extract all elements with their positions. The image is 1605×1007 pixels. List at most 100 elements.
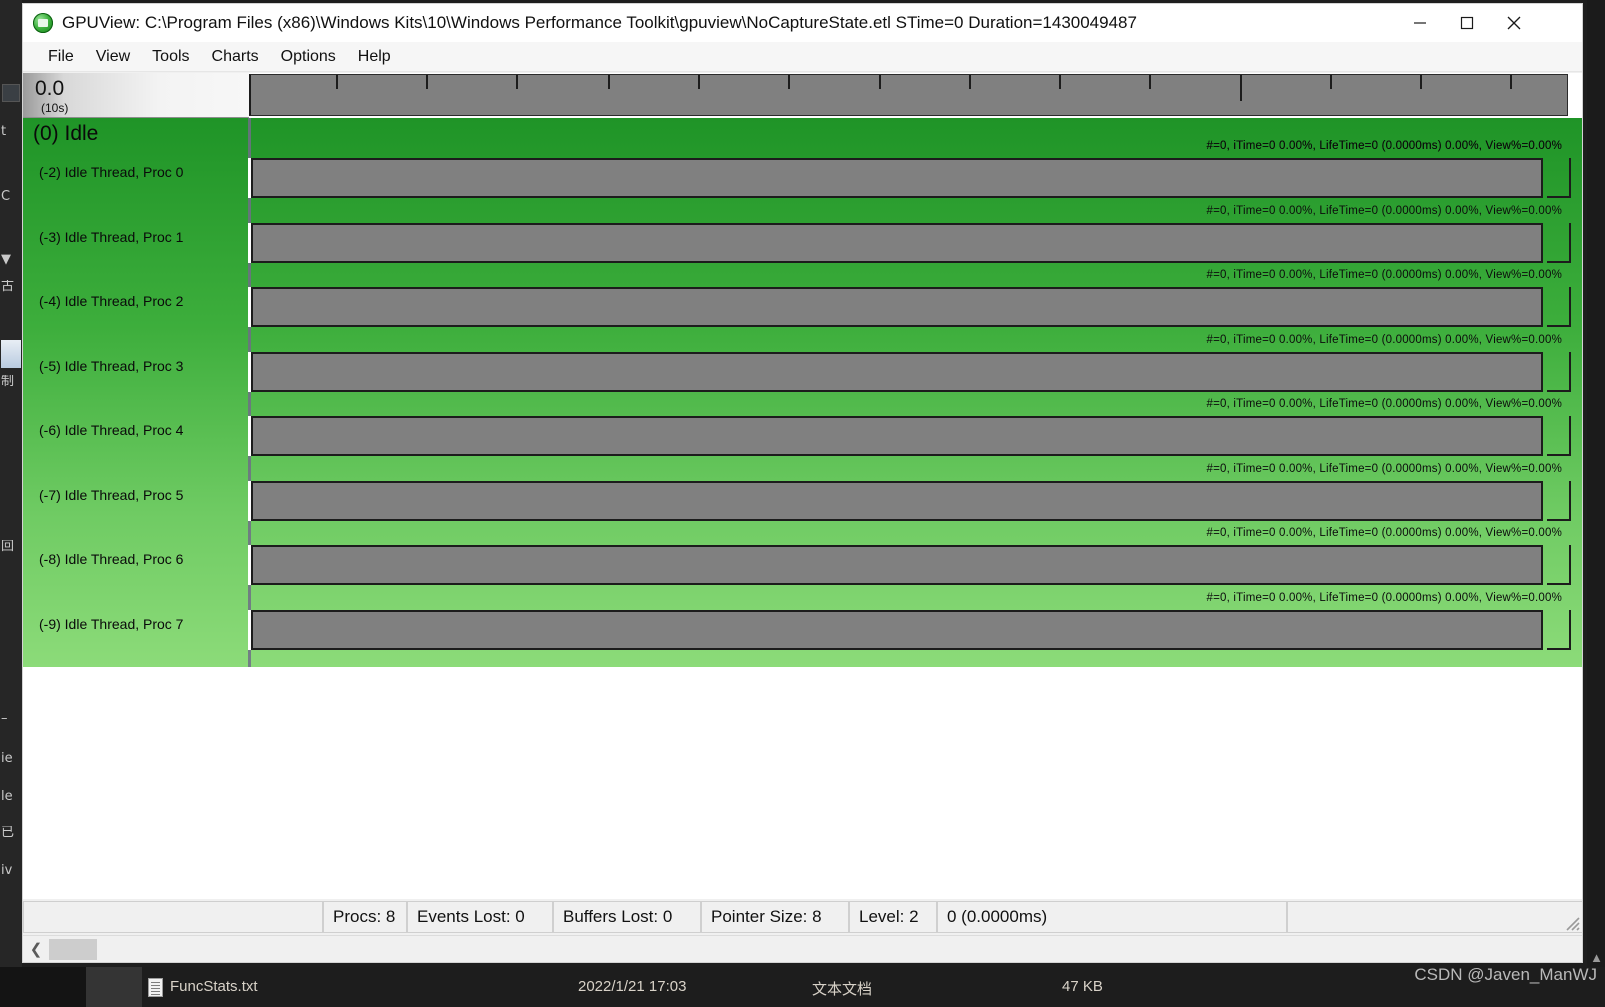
background-glyph: – xyxy=(1,712,21,725)
empty-canvas-area xyxy=(23,667,1583,913)
thread-bracket-hline xyxy=(1547,583,1571,585)
thread-bracket-vline xyxy=(1569,416,1571,456)
maximize-icon xyxy=(1459,15,1475,31)
status-selection: 0 (0.0000ms) xyxy=(937,901,1287,933)
thread-row[interactable]: #=0, iTime=0 0.00%, LifeTime=0 (0.0000ms… xyxy=(23,207,1583,272)
background-left-strip: t C ▼ 古 制 回 – ie le 已 iv xyxy=(0,0,22,1007)
timeline-ruler[interactable]: 0.0 (10s) xyxy=(23,73,1583,118)
ruler-tick-minor xyxy=(1510,75,1512,89)
thread-bracket-hline xyxy=(1547,454,1571,456)
close-icon xyxy=(1505,14,1523,32)
status-buffers-lost: Buffers Lost: 0 xyxy=(553,901,701,933)
close-button[interactable] xyxy=(1490,4,1537,42)
background-explorer-block-2 xyxy=(86,967,142,1007)
menu-item-tools[interactable]: Tools xyxy=(141,46,200,68)
background-file-name: FuncStats.txt xyxy=(170,978,258,995)
thread-bracket-vline xyxy=(1569,287,1571,327)
thread-bracket xyxy=(1547,223,1571,263)
horizontal-scrollbar-thumb[interactable] xyxy=(49,939,97,960)
thread-timeline-bar[interactable] xyxy=(251,158,1543,198)
thread-label: (-3) Idle Thread, Proc 1 xyxy=(39,229,183,245)
thread-row[interactable]: #=0, iTime=0 0.00%, LifeTime=0 (0.0000ms… xyxy=(23,529,1583,594)
thread-bracket xyxy=(1547,610,1571,650)
ruler-track[interactable] xyxy=(249,74,1568,116)
background-glyph: t xyxy=(1,125,21,138)
background-file-modified: 2022/1/21 17:03 xyxy=(578,978,686,995)
thread-timeline-bar[interactable] xyxy=(251,481,1543,521)
thread-bracket-vline xyxy=(1569,223,1571,263)
status-events-lost: Events Lost: 0 xyxy=(407,901,553,933)
thread-stats: #=0, iTime=0 0.00%, LifeTime=0 (0.0000ms… xyxy=(1207,205,1562,217)
thread-stats: #=0, iTime=0 0.00%, LifeTime=0 (0.0000ms… xyxy=(1207,398,1562,410)
thread-label: (-8) Idle Thread, Proc 6 xyxy=(39,551,183,567)
thread-bracket-vline xyxy=(1569,352,1571,392)
timeline-canvas[interactable]: 0.0 (10s) (0) Idle #=0, iTime=0 0.00%, L… xyxy=(23,73,1583,913)
background-glyph: 制 xyxy=(1,375,21,388)
thread-bracket-hline xyxy=(1547,648,1571,650)
thread-row[interactable]: #=0, iTime=0 0.00%, LifeTime=0 (0.0000ms… xyxy=(23,271,1583,336)
chevron-left-icon[interactable]: ❮ xyxy=(23,936,49,963)
background-explorer-row: FuncStats.txt 2022/1/21 17:03 文本文档 47 KB xyxy=(0,967,1605,1007)
background-glyph: C xyxy=(1,190,21,203)
ruler-tick-minor xyxy=(336,75,338,89)
thread-bracket xyxy=(1547,481,1571,521)
status-bar: Procs: 8 Events Lost: 0 Buffers Lost: 0 … xyxy=(23,899,1583,935)
background-tool-icon xyxy=(2,84,20,102)
gpuview-window: GPUView: C:\Program Files (x86)\Windows … xyxy=(22,3,1583,963)
minimize-button[interactable] xyxy=(1396,4,1443,42)
ruler-tick-minor xyxy=(1330,75,1332,89)
thread-bracket-hline xyxy=(1547,196,1571,198)
minimize-icon xyxy=(1412,15,1428,31)
thread-bracket xyxy=(1547,545,1571,585)
thread-bracket-vline xyxy=(1569,158,1571,198)
process-band-idle[interactable]: (0) Idle #=0, iTime=0 0.00%, LifeTime=0 … xyxy=(23,118,1583,667)
thread-label: (-2) Idle Thread, Proc 0 xyxy=(39,164,183,180)
watermark: CSDN @Javen_ManWJ xyxy=(1414,965,1597,985)
background-glyph: le xyxy=(1,790,21,803)
status-spacer xyxy=(23,901,323,933)
thread-bracket xyxy=(1547,352,1571,392)
process-stats: #=0, iTime=0 0.00%, LifeTime=0 (0.0000ms… xyxy=(1207,140,1562,152)
ruler-tick-minor xyxy=(698,75,700,89)
ruler-tick-minor xyxy=(516,75,518,89)
menu-bar: File View Tools Charts Options Help xyxy=(23,42,1582,72)
thread-row[interactable]: #=0, iTime=0 0.00%, LifeTime=0 (0.0000ms… xyxy=(23,400,1583,465)
menu-item-help[interactable]: Help xyxy=(347,46,402,68)
thread-timeline-bar[interactable] xyxy=(251,287,1543,327)
background-glyph: 已 xyxy=(1,826,21,839)
thread-timeline-bar[interactable] xyxy=(251,352,1543,392)
thread-timeline-bar[interactable] xyxy=(251,610,1543,650)
thread-row[interactable]: #=0, iTime=0 0.00%, LifeTime=0 (0.0000ms… xyxy=(23,465,1583,530)
thread-timeline-bar[interactable] xyxy=(251,545,1543,585)
menu-item-options[interactable]: Options xyxy=(270,46,347,68)
thread-bracket-hline xyxy=(1547,325,1571,327)
thread-stats: #=0, iTime=0 0.00%, LifeTime=0 (0.0000ms… xyxy=(1207,463,1562,475)
menu-item-file[interactable]: File xyxy=(37,46,85,68)
thread-stats: #=0, iTime=0 0.00%, LifeTime=0 (0.0000ms… xyxy=(1207,269,1562,281)
horizontal-scrollbar[interactable]: ❮ xyxy=(23,935,1583,962)
background-glyph: 古 xyxy=(1,280,21,293)
status-procs: Procs: 8 xyxy=(323,901,407,933)
thread-bracket xyxy=(1547,158,1571,198)
maximize-button[interactable] xyxy=(1443,4,1490,42)
text-file-icon xyxy=(148,978,163,997)
thread-row[interactable]: #=0, iTime=0 0.00%, LifeTime=0 (0.0000ms… xyxy=(23,336,1583,401)
ruler-label-panel: 0.0 (10s) xyxy=(23,73,249,118)
background-glyph: iv xyxy=(1,864,21,877)
thread-row[interactable]: #=0, iTime=0 0.00%, LifeTime=0 (0.0000ms… xyxy=(23,594,1583,659)
resize-grip-icon[interactable] xyxy=(1562,913,1580,931)
menu-item-charts[interactable]: Charts xyxy=(201,46,270,68)
thread-stats: #=0, iTime=0 0.00%, LifeTime=0 (0.0000ms… xyxy=(1207,334,1562,346)
thread-stats: #=0, iTime=0 0.00%, LifeTime=0 (0.0000ms… xyxy=(1207,527,1562,539)
gpuview-app-icon xyxy=(33,13,53,33)
thread-timeline-bar[interactable] xyxy=(251,223,1543,263)
background-scroll-up-arrow[interactable]: ▲ xyxy=(1590,950,1603,965)
status-trailing xyxy=(1287,901,1583,933)
thread-timeline-bar[interactable] xyxy=(251,416,1543,456)
title-bar[interactable]: GPUView: C:\Program Files (x86)\Windows … xyxy=(23,4,1582,42)
thread-label: (-7) Idle Thread, Proc 5 xyxy=(39,487,183,503)
background-scroll-thumb xyxy=(1,340,21,368)
menu-item-view[interactable]: View xyxy=(85,46,141,68)
status-level: Level: 2 xyxy=(849,901,937,933)
thread-label: (-9) Idle Thread, Proc 7 xyxy=(39,616,183,632)
